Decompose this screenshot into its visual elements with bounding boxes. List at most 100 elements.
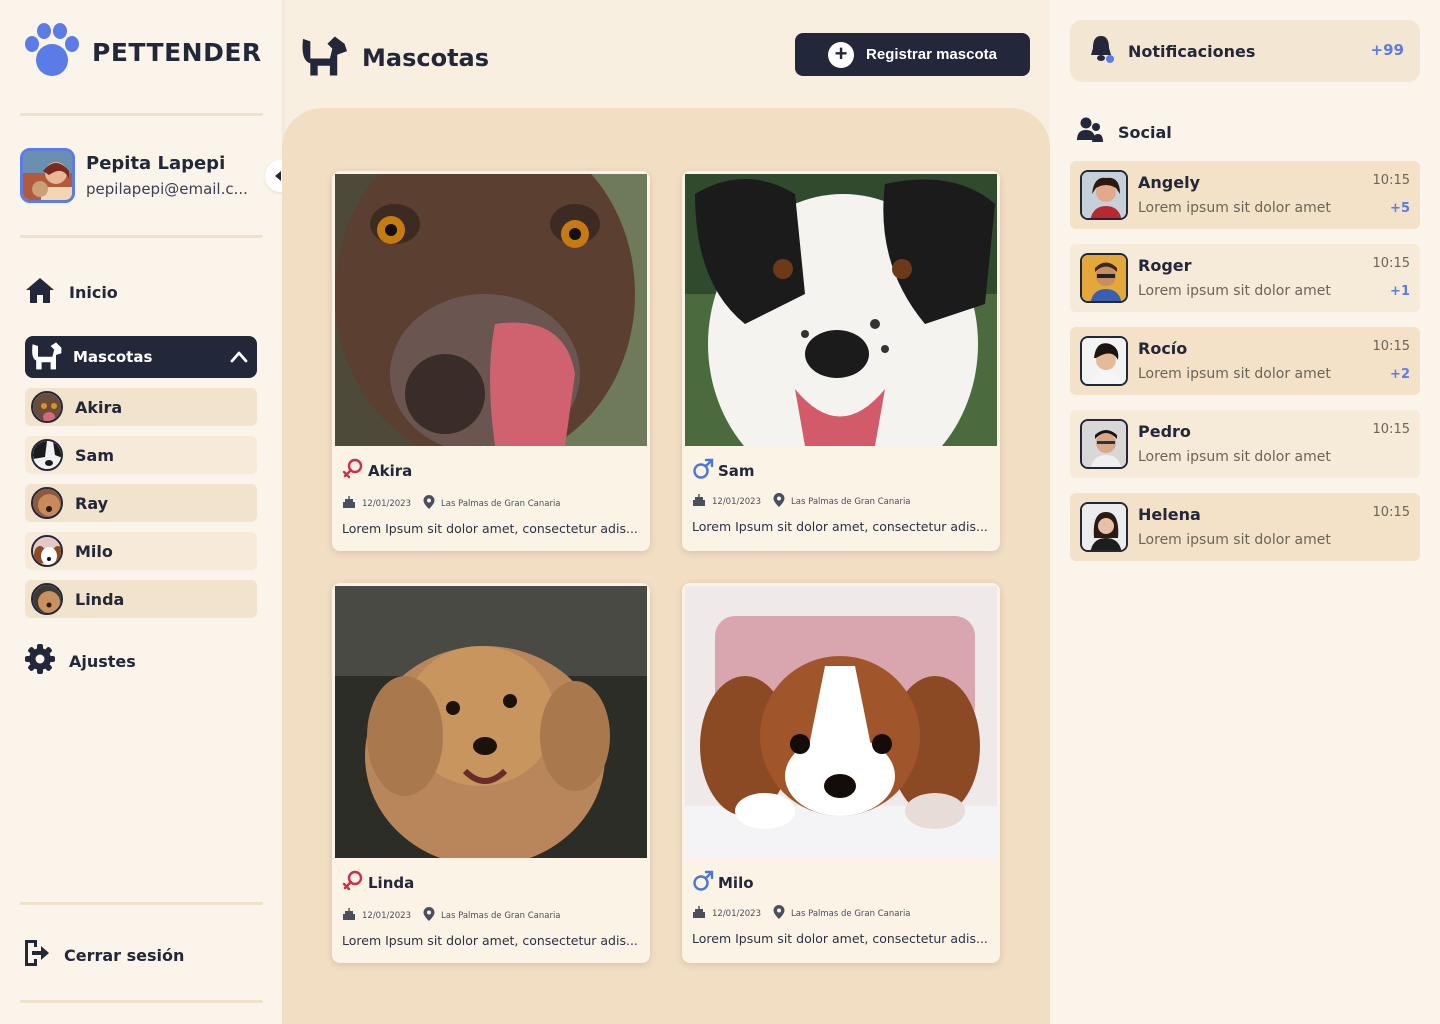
register-pet-button[interactable]: + Registrar mascota [795,33,1030,76]
dog-icon [29,338,65,376]
chevron-up-icon[interactable] [229,347,249,371]
pet-date: 12/01/2023 [362,910,411,921]
user-profile[interactable]: Pepita Lapepi pepilapepi@email.c... [20,148,248,203]
gear-icon [25,644,55,678]
nav-home-label: Inicio [69,282,118,302]
home-icon [25,276,55,308]
chat-message: Lorem ipsum sit dolor amet [1138,449,1331,465]
pet-avatar [31,535,63,567]
chat-name: Pedro [1138,422,1191,441]
notifications-count: +99 [1370,41,1404,59]
male-icon [692,458,714,484]
pet-avatar [31,439,63,471]
pet-name: Linda [368,874,415,892]
chat-time: 10:15 [1372,422,1410,437]
pet-meta: 12/01/2023 Las Palmas de Gran Canaria [692,493,923,510]
divider [20,235,263,238]
location-pin-icon [773,905,785,922]
notifications-button[interactable]: Notificaciones +99 [1070,20,1420,82]
pet-date: 12/01/2023 [362,498,411,509]
pet-item-label: Milo [75,541,113,561]
chat-message: Lorem ipsum sit dolor amet [1138,366,1331,382]
chat-message: Lorem ipsum sit dolor amet [1138,200,1331,216]
logout-icon [22,938,50,972]
social-title: Social [1118,122,1172,142]
unread-badge: +2 [1390,367,1410,382]
pet-avatar [31,391,63,423]
register-pet-label: Registrar mascota [866,46,997,63]
pet-card-sam[interactable]: Sam 12/01/2023 Las Palmas de Gran Canari… [682,171,1000,551]
pet-name: Akira [368,462,413,480]
avatar [1080,419,1128,469]
pet-name-row: Milo [692,870,754,896]
pet-card-milo[interactable]: Milo 12/01/2023 Las Palmas de Gran Canar… [682,583,1000,963]
pet-date: 12/01/2023 [712,496,761,507]
plus-icon: + [828,41,855,68]
female-icon [342,458,364,484]
app-logo[interactable]: PETTENDER [22,22,262,82]
cake-icon [342,495,356,512]
cake-icon [692,493,706,510]
pet-card-akira[interactable]: Akira 12/01/2023 Las Palmas de Gran Cana… [332,171,650,551]
location-pin-icon [773,493,785,510]
sidebar-item-sam[interactable]: Sam [25,436,257,474]
pet-photo [335,586,647,858]
divider [20,902,263,905]
cake-icon [692,905,706,922]
pet-meta: 12/01/2023 Las Palmas de Gran Canaria [342,495,573,512]
pet-location: Las Palmas de Gran Canaria [441,910,561,921]
nav-settings[interactable]: Ajustes [25,644,136,678]
sidebar-item-ray[interactable]: Ray [25,484,257,522]
pet-photo [685,586,997,858]
sidebar-item-akira[interactable]: Akira [25,388,257,426]
chat-item-pedro[interactable]: Pedro Lorem ipsum sit dolor amet 10:15 [1070,410,1420,478]
pet-item-label: Sam [75,445,114,465]
app-name: PETTENDER [92,37,262,67]
sidebar-item-linda[interactable]: Linda [25,580,257,618]
chat-time: 10:15 [1372,505,1410,520]
sidebar-item-milo[interactable]: Milo [25,532,257,570]
chat-item-roger[interactable]: Roger Lorem ipsum sit dolor amet 10:15 +… [1070,244,1420,312]
pet-meta: 12/01/2023 Las Palmas de Gran Canaria [342,907,573,924]
chat-item-angely[interactable]: Angely Lorem ipsum sit dolor amet 10:15 … [1070,161,1420,229]
pet-avatar [31,583,63,615]
logout-button[interactable]: Cerrar sesión [22,938,184,972]
pet-meta: 12/01/2023 Las Palmas de Gran Canaria [692,905,923,922]
nav-pets-label: Mascotas [73,348,153,366]
pet-card-linda[interactable]: Linda 12/01/2023 Las Palmas de Gran Cana… [332,583,650,963]
location-pin-icon [423,907,435,924]
unread-badge: +1 [1390,284,1410,299]
page-title: Mascotas [362,44,490,72]
page-header: Mascotas [300,34,489,82]
pet-item-label: Akira [75,397,123,417]
users-icon [1076,116,1104,148]
chat-message: Lorem ipsum sit dolor amet [1138,532,1331,548]
pet-description: Lorem Ipsum sit dolor amet, consectetur … [692,931,988,946]
nav-home[interactable]: Inicio [25,276,118,308]
pet-item-label: Linda [75,589,125,609]
user-name: Pepita Lapepi [86,153,226,174]
avatar [1080,170,1128,220]
pet-description: Lorem Ipsum sit dolor amet, consectetur … [342,933,638,948]
divider [20,1000,263,1003]
avatar [1080,253,1128,303]
chat-time: 10:15 [1372,339,1410,354]
dog-icon [300,34,350,82]
pet-photo [335,174,647,446]
pet-description: Lorem Ipsum sit dolor amet, consectetur … [692,519,988,534]
pet-name-row: Linda [342,870,414,896]
avatar [20,148,75,203]
bell-icon [1088,34,1116,68]
divider [20,113,263,116]
avatar [1080,336,1128,386]
pet-photo [685,174,997,446]
chat-item-rocio[interactable]: Rocío Lorem ipsum sit dolor amet 10:15 +… [1070,327,1420,395]
avatar [1080,502,1128,552]
nav-pets[interactable]: Mascotas [25,336,257,378]
pet-item-label: Ray [75,493,109,513]
chat-item-helena[interactable]: Helena Lorem ipsum sit dolor amet 10:15 [1070,493,1420,561]
pet-name-row: Sam [692,458,755,484]
user-email: pepilapepi@email.c... [86,180,248,198]
pet-name-row: Akira [342,458,412,484]
cake-icon [342,907,356,924]
